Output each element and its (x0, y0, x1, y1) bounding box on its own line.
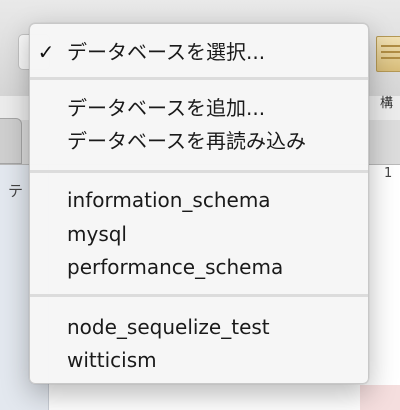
database-menu: ✓ データベースを選択... データベースを追加... データベースを再読み込み… (29, 23, 369, 384)
menu-item-label: データベースを追加... (67, 96, 266, 120)
menu-item-database-mysql[interactable]: mysql (30, 218, 368, 251)
column-label: 1 (384, 166, 393, 181)
menu-item-label: node_sequelize_test (67, 315, 270, 339)
menu-separator (30, 170, 368, 173)
menu-item-label: データベースを選択... (67, 40, 266, 64)
menu-item-label: performance_schema (67, 255, 284, 279)
structure-label: 構 (380, 96, 394, 111)
menu-item-database-information-schema[interactable]: information_schema (30, 184, 368, 217)
menu-item-label: mysql (67, 222, 127, 246)
menu-separator (30, 294, 368, 297)
menu-item-label: information_schema (67, 188, 271, 212)
menu-item-database-performance-schema[interactable]: performance_schema (30, 251, 368, 284)
menu-item-database-node-sequelize-test[interactable]: node_sequelize_test (30, 311, 368, 344)
menu-item-select-database[interactable]: ✓ データベースを選択... (30, 36, 368, 69)
menu-item-add-database[interactable]: データベースを追加... (30, 92, 368, 125)
menu-item-database-witticism[interactable]: witticism (30, 344, 368, 377)
menu-item-label: データベースを再読み込み (67, 129, 306, 153)
menu-separator (30, 77, 368, 80)
sidebar-label: テ (8, 182, 24, 200)
row-highlight (360, 385, 400, 410)
structure-icon[interactable] (376, 36, 400, 72)
checkmark-icon: ✓ (37, 40, 55, 64)
menu-item-label: witticism (67, 348, 157, 372)
menu-item-refresh-databases[interactable]: データベースを再読み込み (30, 125, 368, 158)
tab-left[interactable] (0, 118, 22, 164)
